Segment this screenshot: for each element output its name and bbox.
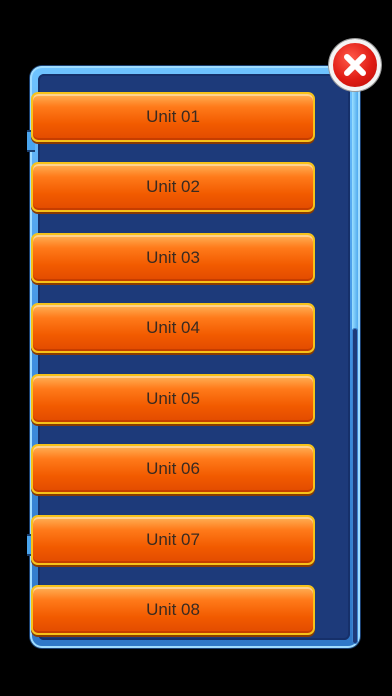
unit-list: Unit 01 Unit 02 Unit 03 Unit 04 Unit 05 … (0, 0, 316, 696)
unit-label: Unit 07 (146, 530, 200, 549)
unit-label: Unit 01 (146, 107, 200, 126)
unit-button-03[interactable]: Unit 03 (31, 233, 315, 283)
unit-button-07[interactable]: Unit 07 (31, 515, 315, 565)
unit-label: Unit 06 (146, 459, 200, 478)
unit-label: Unit 02 (146, 177, 200, 196)
unit-label: Unit 03 (146, 248, 200, 267)
unit-button-08[interactable]: Unit 08 (31, 585, 315, 635)
close-button[interactable] (329, 39, 381, 91)
unit-button-01[interactable]: Unit 01 (31, 92, 315, 142)
unit-button-02[interactable]: Unit 02 (31, 162, 315, 212)
unit-button-06[interactable]: Unit 06 (31, 444, 315, 494)
unit-button-05[interactable]: Unit 05 (31, 374, 315, 424)
unit-label: Unit 04 (146, 318, 200, 337)
unit-label: Unit 08 (146, 600, 200, 619)
scrollbar-thumb[interactable] (352, 328, 358, 644)
close-x-icon (344, 54, 366, 76)
unit-label: Unit 05 (146, 389, 200, 408)
unit-button-04[interactable]: Unit 04 (31, 303, 315, 353)
